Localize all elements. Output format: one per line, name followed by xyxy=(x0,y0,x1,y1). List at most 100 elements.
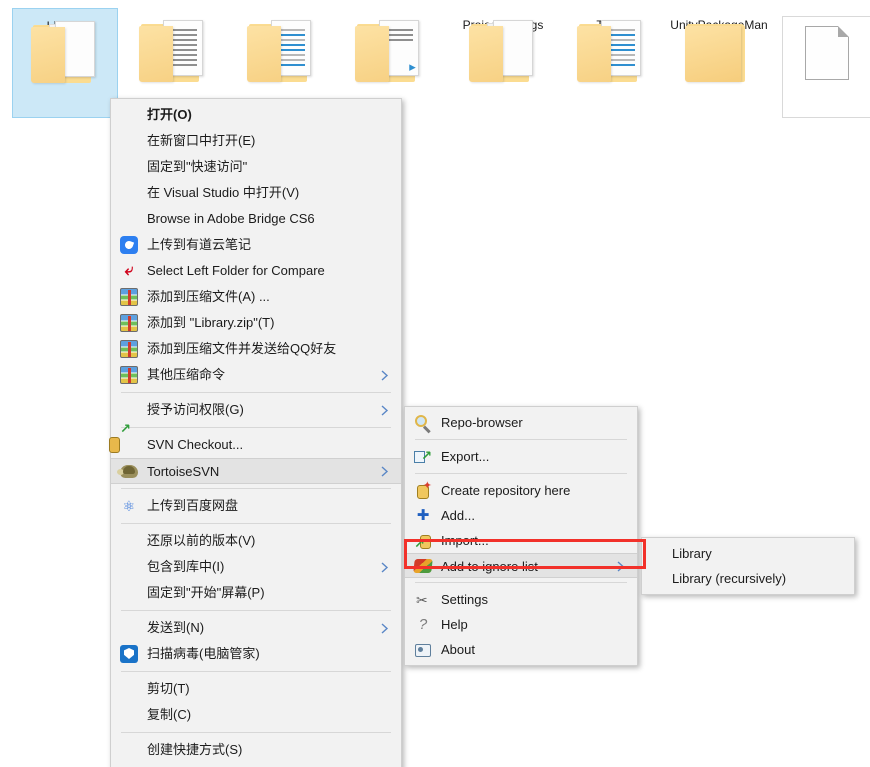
menu-item-label: Select Left Folder for Compare xyxy=(147,263,325,278)
menu-item-label: Library (recursively) xyxy=(672,571,787,586)
menu-item-label: 添加到压缩文件(A) ... xyxy=(147,289,270,304)
folder-icon xyxy=(575,18,647,84)
context-menu-item-1[interactable]: 在新窗口中打开(E) xyxy=(111,128,401,154)
file-item-1[interactable] xyxy=(120,8,226,82)
context-menu-item-3[interactable]: 在 Visual Studio 中打开(V) xyxy=(111,180,401,206)
context-menu-item-19[interactable]: 还原以前的版本(V) xyxy=(111,528,401,554)
context-menu-item-12[interactable]: 授予访问权限(G) xyxy=(111,397,401,423)
chevron-right-icon xyxy=(381,370,391,381)
menu-item-label: 上传到有道云笔记 xyxy=(147,237,252,252)
tortoisesvn-menu-item-11[interactable]: About xyxy=(405,637,637,662)
context-menu-item-26[interactable]: 剪切(T) xyxy=(111,676,401,702)
file-item-2[interactable] xyxy=(228,8,334,82)
context-menu-item-2[interactable]: 固定到"快速访问" xyxy=(111,154,401,180)
tortoisesvn-menu-item-2[interactable]: ↗ Export... xyxy=(405,444,637,469)
context-menu-item-30[interactable]: 删除(D) xyxy=(111,763,401,767)
tortoisesvn-menu-item-7[interactable]: Add to ignore list xyxy=(405,553,637,578)
context-menu-item-10[interactable]: 其他压缩命令 xyxy=(111,362,401,388)
folder-icon xyxy=(137,18,209,84)
about-icon xyxy=(414,641,432,659)
file-context-menu[interactable]: 打开(O) 在新窗口中打开(E) 固定到"快速访问" 在 Visual Studio … xyxy=(109,98,402,767)
settings-icon: ✂ xyxy=(416,591,428,608)
file-item-6[interactable]: UnityPackageManager xyxy=(666,8,772,82)
folder-icon xyxy=(467,18,539,84)
menu-item-label: Import... xyxy=(441,533,489,548)
menu-separator xyxy=(121,488,391,489)
menu-item-label: Browse in Adobe Bridge CS6 xyxy=(147,211,315,226)
help-icon: ? xyxy=(418,615,428,633)
menu-item-label: 添加到 "Library.zip"(T) xyxy=(147,315,275,330)
ignore-list-menu-item-0[interactable]: Library xyxy=(642,541,854,566)
context-menu-item-20[interactable]: 包含到库中(I) xyxy=(111,554,401,580)
menu-item-label: 授予访问权限(G) xyxy=(147,402,244,417)
menu-separator xyxy=(121,671,391,672)
chevron-right-icon xyxy=(381,466,391,477)
file-item-5[interactable]: Temp xyxy=(558,8,664,82)
add-to-ignore-list-submenu[interactable]: Library Library (recursively) xyxy=(641,537,855,595)
context-menu-item-4[interactable]: Browse in Adobe Bridge CS6 xyxy=(111,206,401,232)
export-icon: ↗ xyxy=(414,448,432,466)
menu-separator xyxy=(121,610,391,611)
menu-separator xyxy=(121,732,391,733)
menu-separator xyxy=(121,427,391,428)
screen: Library ▸gesProjectSettingsTempUnityPacka… xyxy=(0,0,870,767)
menu-item-label: 扫描病毒(电脑管家) xyxy=(147,646,260,661)
menu-item-label: 剪切(T) xyxy=(147,681,190,696)
context-menu-item-5[interactable]: 上传到有道云笔记 xyxy=(111,232,401,258)
menu-separator xyxy=(415,582,627,583)
tortoisesvn-menu-item-6[interactable]: ↗ Import... xyxy=(405,528,637,553)
context-menu-item-27[interactable]: 复制(C) xyxy=(111,702,401,728)
menu-item-label: 在 Visual Studio 中打开(V) xyxy=(147,185,300,200)
menu-item-label: 复制(C) xyxy=(147,707,192,722)
winrar-icon xyxy=(120,314,138,332)
folder-icon: ▸ xyxy=(353,18,425,84)
file-item-4[interactable]: ProjectSettings xyxy=(450,8,556,82)
folder-icon xyxy=(245,18,317,84)
ignore-list-menu-item-1[interactable]: Library (recursively) xyxy=(642,566,854,591)
chevron-right-icon xyxy=(381,623,391,634)
menu-item-label: 添加到压缩文件并发送给QQ好友 xyxy=(147,341,337,356)
menu-item-label: 固定到"开始"屏幕(P) xyxy=(147,585,265,600)
context-menu-item-23[interactable]: 发送到(N) xyxy=(111,615,401,641)
compare-icon: ⤶ xyxy=(124,262,134,279)
context-menu-item-8[interactable]: 添加到 "Library.zip"(T) xyxy=(111,310,401,336)
context-menu-item-7[interactable]: 添加到压缩文件(A) ... xyxy=(111,284,401,310)
folder-icon xyxy=(683,18,755,84)
menu-item-label: SVN Checkout... xyxy=(147,437,244,452)
menu-item-label: Settings xyxy=(441,592,488,607)
menu-separator xyxy=(121,523,391,524)
context-menu-item-24[interactable]: 扫描病毒(电脑管家) xyxy=(111,641,401,667)
folder-icon xyxy=(29,19,101,85)
context-menu-item-14[interactable]: ↗ SVN Checkout... xyxy=(109,422,401,458)
baidu-netdisk-icon: ⚛ xyxy=(122,498,136,514)
context-menu-item-17[interactable]: ⚛ 上传到百度网盘 xyxy=(111,493,401,519)
file-item-0[interactable]: Library xyxy=(12,8,118,118)
context-menu-item-9[interactable]: 添加到压缩文件并发送给QQ好友 xyxy=(111,336,401,362)
winrar-icon xyxy=(120,340,138,358)
context-menu-item-15[interactable]: TortoiseSVN xyxy=(111,458,401,484)
menu-item-label: 固定到"快速访问" xyxy=(147,159,248,174)
menu-separator xyxy=(415,439,627,440)
context-menu-item-21[interactable]: 固定到"开始"屏幕(P) xyxy=(111,580,401,606)
menu-separator xyxy=(415,473,627,474)
context-menu-item-6[interactable]: ⤶ Select Left Folder for Compare xyxy=(111,258,401,284)
menu-item-label: Repo-browser xyxy=(441,415,523,430)
menu-item-label: 还原以前的版本(V) xyxy=(147,533,256,548)
tortoisesvn-menu-item-5[interactable]: ✚ Add... xyxy=(405,503,637,528)
tortoisesvn-menu-item-0[interactable]: Repo-browser xyxy=(405,410,637,435)
menu-item-label: 包含到库中(I) xyxy=(147,559,225,574)
context-menu-item-0[interactable]: 打开(O) xyxy=(111,102,401,128)
file-item-7[interactable]: Assembly-CSharp.csproj xyxy=(774,8,870,118)
repo-browser-icon xyxy=(414,414,432,433)
menu-item-label: 打开(O) xyxy=(147,107,192,122)
menu-item-label: Create repository here xyxy=(441,483,571,498)
create-repository-icon: ✦ xyxy=(414,480,432,500)
menu-item-label: About xyxy=(441,642,475,657)
file-item-3[interactable]: ▸ges xyxy=(336,8,442,82)
tortoisesvn-submenu[interactable]: Repo-browser ↗ Export... ✦ Create repository… xyxy=(404,406,638,666)
context-menu-item-29[interactable]: 创建快捷方式(S) xyxy=(111,737,401,763)
tortoisesvn-menu-item-9[interactable]: ✂ Settings xyxy=(405,587,637,612)
document-icon xyxy=(805,26,849,80)
tortoisesvn-menu-item-10[interactable]: ? Help xyxy=(405,612,637,637)
tortoisesvn-menu-item-4[interactable]: ✦ Create repository here xyxy=(405,478,637,503)
